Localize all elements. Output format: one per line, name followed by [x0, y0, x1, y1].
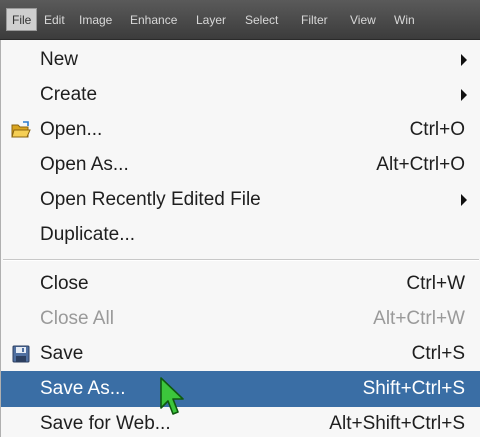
menubar-enhance[interactable]: Enhance	[130, 12, 177, 28]
menu-item-label: Save	[40, 343, 84, 364]
mouse-pointer-icon	[160, 377, 184, 415]
menu-item-label: Create	[40, 84, 98, 105]
floppy-disk-icon	[12, 345, 30, 363]
submenu-arrow-icon	[461, 54, 467, 66]
submenu-arrow-icon	[461, 194, 467, 206]
menu-item-shortcut: Alt+Ctrl+W	[373, 308, 465, 329]
menu-item-shortcut: Ctrl+O	[409, 119, 465, 140]
menu-item-label: Duplicate...	[40, 224, 136, 245]
menu-item-close-all: Close All Alt+Ctrl+W	[1, 301, 480, 337]
menu-item-shortcut: Ctrl+S	[411, 343, 465, 364]
menu-item-open[interactable]: Open... Ctrl+O	[1, 112, 480, 148]
menubar-filter[interactable]: Filter	[301, 12, 328, 28]
menu-item-save-as[interactable]: Save As... Shift+Ctrl+S	[1, 371, 480, 407]
menu-item-save[interactable]: Save Ctrl+S	[1, 336, 480, 372]
file-menu-dropdown: New Create Open... Ctrl+O Open As... Alt…	[0, 40, 480, 437]
menu-item-shortcut: Alt+Ctrl+O	[376, 154, 465, 175]
menu-item-label: Close	[40, 273, 89, 294]
menu-item-shortcut: Shift+Ctrl+S	[362, 378, 465, 399]
menu-item-label: Open Recently Edited File	[40, 189, 261, 210]
menu-item-label: Open...	[40, 119, 103, 140]
menu-item-shortcut: Alt+Shift+Ctrl+S	[329, 413, 465, 434]
menu-item-new[interactable]: New	[1, 42, 480, 78]
menubar-file[interactable]: File	[6, 8, 38, 31]
menu-item-label: Close All	[40, 308, 114, 329]
menubar-image[interactable]: Image	[79, 12, 112, 28]
menu-separator	[3, 259, 479, 261]
menubar-window[interactable]: Win	[394, 12, 480, 28]
menu-item-save-for-web[interactable]: Save for Web... Alt+Shift+Ctrl+S	[1, 406, 480, 437]
menu-item-open-as[interactable]: Open As... Alt+Ctrl+O	[1, 147, 480, 183]
menu-item-create[interactable]: Create	[1, 77, 480, 113]
menu-item-duplicate[interactable]: Duplicate...	[1, 217, 480, 253]
menu-item-close[interactable]: Close Ctrl+W	[1, 266, 480, 302]
menu-item-label: Save for Web...	[40, 413, 171, 434]
menubar-view[interactable]: View	[350, 12, 376, 28]
menu-item-open-recent[interactable]: Open Recently Edited File	[1, 182, 480, 218]
menu-item-shortcut: Ctrl+W	[406, 273, 465, 294]
menu-item-label: New	[40, 49, 79, 70]
menubar-layer[interactable]: Layer	[196, 12, 226, 28]
folder-open-icon	[11, 121, 31, 138]
menubar-edit[interactable]: Edit	[44, 12, 65, 28]
menubar-select[interactable]: Select	[245, 12, 278, 28]
menu-bar: File Edit Image Enhance Layer Select Fil…	[0, 0, 480, 40]
menu-item-label: Save As...	[40, 378, 126, 399]
menu-item-label: Open As...	[40, 154, 129, 175]
submenu-arrow-icon	[461, 89, 467, 101]
